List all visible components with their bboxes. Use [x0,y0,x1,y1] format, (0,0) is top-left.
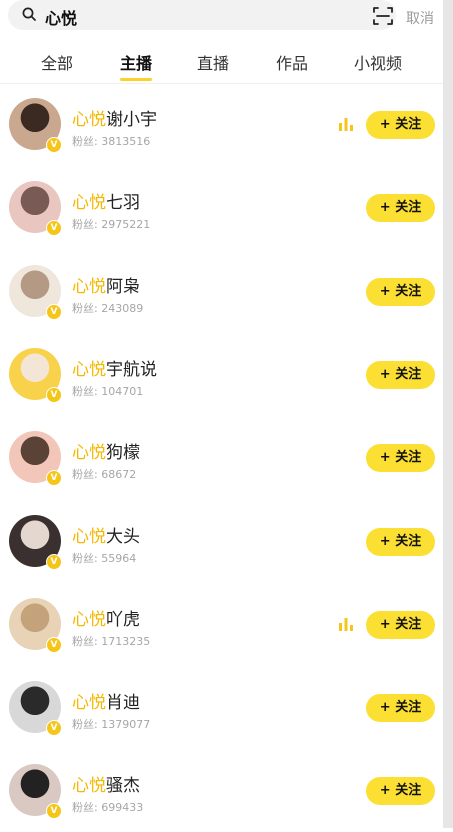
verified-badge-icon: V [46,803,62,820]
name-highlight: 心悦 [72,110,106,130]
result-row[interactable]: V 心悦骚杰粉丝: 699433 + 关注 [0,749,443,832]
fans-count: 粉丝: 55964 [72,551,137,565]
fans-count: 粉丝: 104701 [72,384,144,398]
name-highlight: 心悦 [72,609,106,630]
fans-count: 粉丝: 3813516 [72,135,151,148]
verified-badge-icon: V [46,220,62,237]
verified-badge-icon: V [46,720,62,737]
verified-badge-icon: V [46,470,62,487]
streamer-name[interactable]: 心悦七羽 [72,188,140,213]
fans-count: 粉丝: 68672 [72,468,137,482]
tab-live[interactable]: 直播 [197,50,229,74]
follow-button[interactable]: + 关注 [366,360,435,389]
verified-badge-icon: V [46,137,62,153]
follow-button[interactable]: + 关注 [366,194,435,223]
name-rest: 大头 [106,526,140,547]
fans-count: 粉丝: 1713235 [72,634,151,648]
streamer-name[interactable]: 心悦阿枭 [72,272,140,297]
result-row[interactable]: V 心悦阿枭粉丝: 243089 + 关注 [0,250,443,333]
verified-badge-icon: V [46,386,62,403]
result-row[interactable]: V 心悦狗檬粉丝: 68672 + 关注 [0,416,443,499]
follow-button[interactable]: + 关注 [366,444,435,473]
search-icon [22,7,36,21]
name-highlight: 心悦 [72,193,106,214]
cancel-button[interactable]: 取消 [406,8,434,28]
scrollbar-thumb[interactable] [443,0,453,828]
search-bar: 心悦 取消 [0,0,443,34]
streamer-name[interactable]: 心悦吖虎 [72,605,140,630]
follow-button[interactable]: + 关注 [366,777,435,806]
name-rest: 宇航说 [106,359,157,380]
live-indicator-icon [339,617,353,631]
result-row[interactable]: V 心悦宇航说粉丝: 104701 + 关注 [0,333,443,416]
streamer-name[interactable]: 心悦宇航说 [72,355,157,380]
tab-anchors[interactable]: 主播 [120,50,152,74]
streamer-name[interactable]: 心悦骚杰 [72,771,140,796]
name-rest: 谢小宇 [106,110,157,130]
active-tab-indicator [120,78,152,81]
verified-badge-icon: V [46,303,62,320]
tab-short-videos[interactable]: 小视频 [354,50,402,74]
scan-icon[interactable] [372,5,394,27]
name-highlight: 心悦 [72,693,106,714]
name-rest: 狗檬 [106,443,140,464]
result-row[interactable]: V 心悦肖迪粉丝: 1379077 + 关注 [0,666,443,749]
follow-button[interactable]: + 关注 [366,694,435,723]
name-highlight: 心悦 [72,776,106,797]
verified-badge-icon: V [46,636,62,653]
name-highlight: 心悦 [72,443,106,464]
result-row[interactable]: V 心悦七羽粉丝: 2975221 + 关注 [0,166,443,249]
result-row[interactable]: V 心悦谢小宇粉丝: 3813516 + 关注 [0,83,443,166]
scrollbar-track[interactable] [443,0,453,828]
result-row[interactable]: V 心悦吖虎粉丝: 1713235 + 关注 [0,583,443,666]
name-rest: 阿枭 [106,276,140,297]
result-row[interactable]: V 心悦大头粉丝: 55964 + 关注 [0,500,443,583]
search-input[interactable]: 心悦 [8,0,396,30]
tab-all[interactable]: 全部 [41,50,73,74]
live-indicator-icon [339,118,353,131]
name-rest: 吖虎 [106,609,140,630]
follow-button[interactable]: + 关注 [366,277,435,306]
streamer-name[interactable]: 心悦狗檬 [72,438,140,463]
tab-bar: 全部 主播 直播 作品 小视频 [0,43,443,84]
streamer-name[interactable]: 心悦谢小宇 [72,105,157,130]
follow-button[interactable]: + 关注 [366,527,435,556]
name-highlight: 心悦 [72,526,106,547]
fans-count: 粉丝: 699433 [72,801,144,815]
name-rest: 骚杰 [106,776,140,797]
tab-works[interactable]: 作品 [276,50,308,74]
fans-count: 粉丝: 2975221 [72,218,151,232]
streamer-name[interactable]: 心悦肖迪 [72,688,140,713]
follow-button[interactable]: + 关注 [366,610,435,639]
name-highlight: 心悦 [72,359,106,380]
name-rest: 肖迪 [106,693,140,714]
search-query[interactable]: 心悦 [45,5,77,29]
fans-count: 粉丝: 1379077 [72,718,151,732]
name-highlight: 心悦 [72,276,106,297]
verified-badge-icon: V [46,553,62,570]
fans-count: 粉丝: 243089 [72,301,144,315]
streamer-name[interactable]: 心悦大头 [72,522,140,547]
name-rest: 七羽 [106,193,140,214]
follow-button[interactable]: + 关注 [366,111,435,139]
